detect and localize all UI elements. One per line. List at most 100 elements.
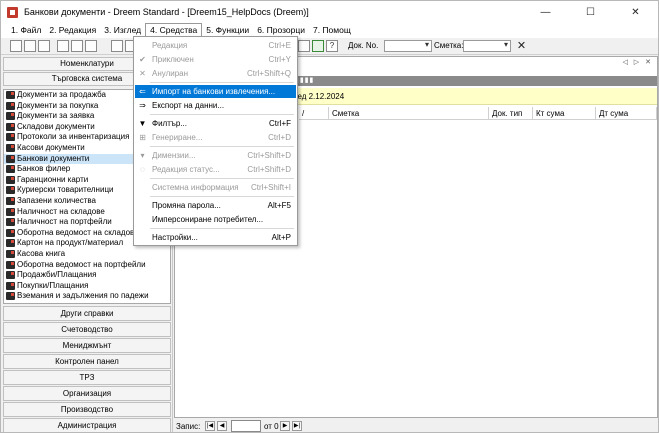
refresh-icon[interactable] xyxy=(312,40,324,52)
paste-icon[interactable] xyxy=(85,40,97,52)
first-record-button[interactable]: |◀ xyxy=(205,421,215,431)
document-icon xyxy=(6,175,15,184)
document-icon xyxy=(6,228,15,237)
record-count: от 0 xyxy=(264,422,279,431)
sidebar-button-control-panel[interactable]: Контролен панел xyxy=(3,354,171,369)
menu-item-system-info[interactable]: Системна информация Ctrl+Shift+I xyxy=(135,181,296,194)
document-icon xyxy=(6,271,15,280)
menu-item-filter[interactable]: ▼ Филтър... Ctrl+F xyxy=(135,117,296,130)
export-icon: ⇒ xyxy=(139,101,146,110)
sidebar-button-production[interactable]: Производство xyxy=(3,402,171,417)
sidebar-button-administration[interactable]: Администрация xyxy=(3,418,171,432)
clear-filter-icon[interactable]: ✕ xyxy=(515,39,528,53)
sidebar-button-accounting[interactable]: Счетоводство xyxy=(3,322,171,337)
menu-file[interactable]: 1. Файл xyxy=(7,23,45,38)
toolbar: ? Док. No. Сметка: ✕ xyxy=(1,38,658,55)
list-item[interactable]: Покупки/Плащания xyxy=(4,281,170,292)
menu-separator xyxy=(150,196,294,197)
menu-item-edit[interactable]: Редакция Ctrl+E xyxy=(135,39,296,52)
sidebar-button-organization[interactable]: Организация xyxy=(3,386,171,401)
filter-icon: ▼ xyxy=(138,119,147,128)
app-logo-icon xyxy=(7,6,18,18)
panel-navigation-icons[interactable]: ◁ ▷ ✕ xyxy=(622,58,653,66)
account-label: Сметка: xyxy=(434,41,464,50)
menu-item-import-bank-statements[interactable]: ⇐ Импорт на банкови извлечения... xyxy=(135,85,296,98)
menu-item-change-password[interactable]: Промяна парола... Alt+F5 xyxy=(135,199,296,212)
print-icon[interactable] xyxy=(111,40,123,52)
list-item[interactable]: Оборотна ведомост на портфейли xyxy=(4,260,170,271)
menu-help[interactable]: 7. Помощ xyxy=(309,23,355,38)
last-record-button[interactable]: ▶| xyxy=(292,421,302,431)
menu-separator xyxy=(150,178,294,179)
menu-item-dimensions[interactable]: ▾ Димензии... Ctrl+Shift+D xyxy=(135,149,296,162)
document-icon xyxy=(6,122,15,131)
app-window: Банкови документи - Dreem Standard - [Dr… xyxy=(0,0,659,433)
menu-edit[interactable]: 2. Редакция xyxy=(45,23,100,38)
cut-icon[interactable] xyxy=(57,40,69,52)
record-number-input[interactable] xyxy=(231,420,261,432)
column-header-separator[interactable]: / xyxy=(299,107,329,120)
menu-item-cancelled[interactable]: ✕ Анулиран Ctrl+Shift+Q xyxy=(135,67,296,80)
document-icon xyxy=(6,186,15,195)
list-item[interactable]: Продажби/Плащания xyxy=(4,270,170,281)
menu-item-generate[interactable]: ⊞ Генериране... Ctrl+D xyxy=(135,131,296,144)
cross-icon: ✕ xyxy=(139,69,146,78)
document-icon xyxy=(6,196,15,205)
account-select[interactable] xyxy=(463,40,511,52)
sidebar-button-management[interactable]: Мениджмънт xyxy=(3,338,171,353)
tools-dropdown-menu: Редакция Ctrl+E ✔ Приключен Ctrl+Y ✕ Ану… xyxy=(133,36,298,246)
document-icon xyxy=(6,165,15,174)
document-icon xyxy=(6,292,15,301)
sidebar-button-payroll[interactable]: ТРЗ xyxy=(3,370,171,385)
document-icon xyxy=(6,281,15,290)
menu-separator xyxy=(150,146,294,147)
document-icon xyxy=(6,143,15,152)
prev-record-button[interactable]: ◀ xyxy=(217,421,227,431)
open-folder-icon[interactable] xyxy=(24,40,36,52)
status-icon: ◌ xyxy=(140,165,145,174)
help-icon[interactable]: ? xyxy=(326,40,338,52)
import-icon: ⇐ xyxy=(139,87,146,96)
minimize-button[interactable]: — xyxy=(523,1,568,23)
menu-item-impersonate-user[interactable]: Имперсониране потребител... xyxy=(135,213,296,226)
list-item[interactable]: Вземания и задължения по падежи xyxy=(4,291,170,302)
new-document-icon[interactable] xyxy=(10,40,22,52)
menu-item-closed[interactable]: ✔ Приключен Ctrl+Y xyxy=(135,53,296,66)
list-item[interactable]: Касова книга xyxy=(4,249,170,260)
menu-item-edit-status[interactable]: ◌ Редакция статус... Ctrl+Shift+D xyxy=(135,163,296,176)
record-label: Запис: xyxy=(176,422,201,431)
next-record-button[interactable]: ▶ xyxy=(280,421,290,431)
document-icon xyxy=(6,260,15,269)
document-icon xyxy=(6,154,15,163)
title-bar: Банкови документи - Dreem Standard - [Dr… xyxy=(1,1,658,23)
menu-item-settings[interactable]: Настройки... Alt+P xyxy=(135,231,296,244)
document-icon xyxy=(6,133,15,142)
window-title: Банкови документи - Dreem Standard - [Dr… xyxy=(24,7,309,17)
menu-separator xyxy=(150,228,294,229)
document-icon[interactable] xyxy=(298,40,310,52)
document-icon xyxy=(6,91,15,99)
menu-separator xyxy=(150,114,294,115)
document-icon xyxy=(6,249,15,258)
doc-no-select[interactable] xyxy=(384,40,432,52)
column-header-debit-sum[interactable]: Дт сума xyxy=(596,107,657,120)
save-icon[interactable] xyxy=(38,40,50,52)
menu-item-export-data[interactable]: ⇒ Експорт на данни... xyxy=(135,99,296,112)
menu-bar: 1. Файл 2. Редакция 3. Изглед 4. Средств… xyxy=(1,23,658,38)
document-icon xyxy=(6,239,15,248)
close-button[interactable]: ✕ xyxy=(613,1,658,23)
document-icon xyxy=(6,101,15,110)
document-icon xyxy=(6,112,15,121)
maximize-button[interactable]: ☐ xyxy=(568,1,613,23)
column-header-doc-type[interactable]: Док. тип xyxy=(489,107,533,120)
copy-icon[interactable] xyxy=(71,40,83,52)
sidebar-button-other-reports[interactable]: Други справки xyxy=(3,306,171,321)
status-bar: Запис: |◀ ◀ от 0 ▶ ▶| xyxy=(174,419,658,432)
doc-no-label: Док. No. xyxy=(348,41,379,50)
document-icon xyxy=(6,218,15,227)
generate-icon: ⊞ xyxy=(139,133,146,142)
checkmark-icon: ✔ xyxy=(139,55,146,64)
column-header-account[interactable]: Сметка xyxy=(329,107,489,120)
column-header-credit-sum[interactable]: Кт сума xyxy=(533,107,596,120)
document-icon xyxy=(6,207,15,216)
